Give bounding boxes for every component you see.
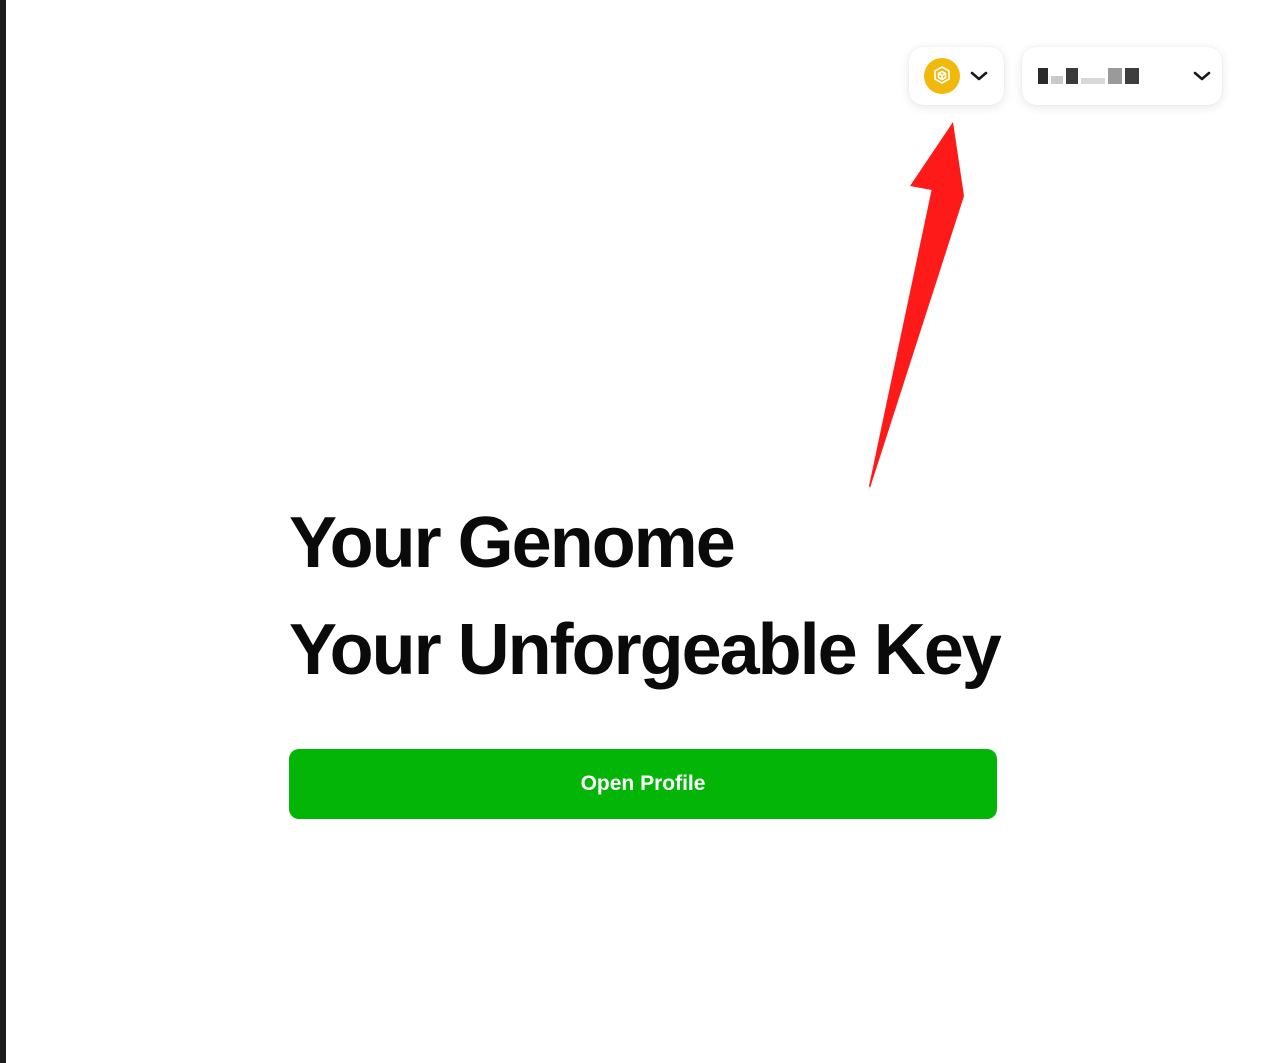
network-selector[interactable] bbox=[909, 47, 1004, 105]
header-controls bbox=[909, 47, 1222, 105]
red-arrow-icon bbox=[869, 122, 964, 488]
account-selector[interactable] bbox=[1022, 47, 1222, 105]
window-edge bbox=[0, 0, 6, 1063]
hero-title-line-2: Your Unforgeable Key bbox=[289, 610, 1002, 690]
chevron-down-icon bbox=[1192, 70, 1212, 82]
bnb-chain-icon bbox=[924, 58, 960, 94]
hero-title-line-1: Your Genome bbox=[289, 503, 736, 583]
hero-heading: Your Genome Your Unforgeable Key bbox=[289, 490, 1002, 704]
redacted-account-address bbox=[1038, 66, 1178, 86]
page: Your Genome Your Unforgeable Key Open Pr… bbox=[0, 0, 1280, 1063]
chevron-down-icon bbox=[969, 70, 989, 82]
open-profile-button[interactable]: Open Profile bbox=[289, 749, 997, 819]
